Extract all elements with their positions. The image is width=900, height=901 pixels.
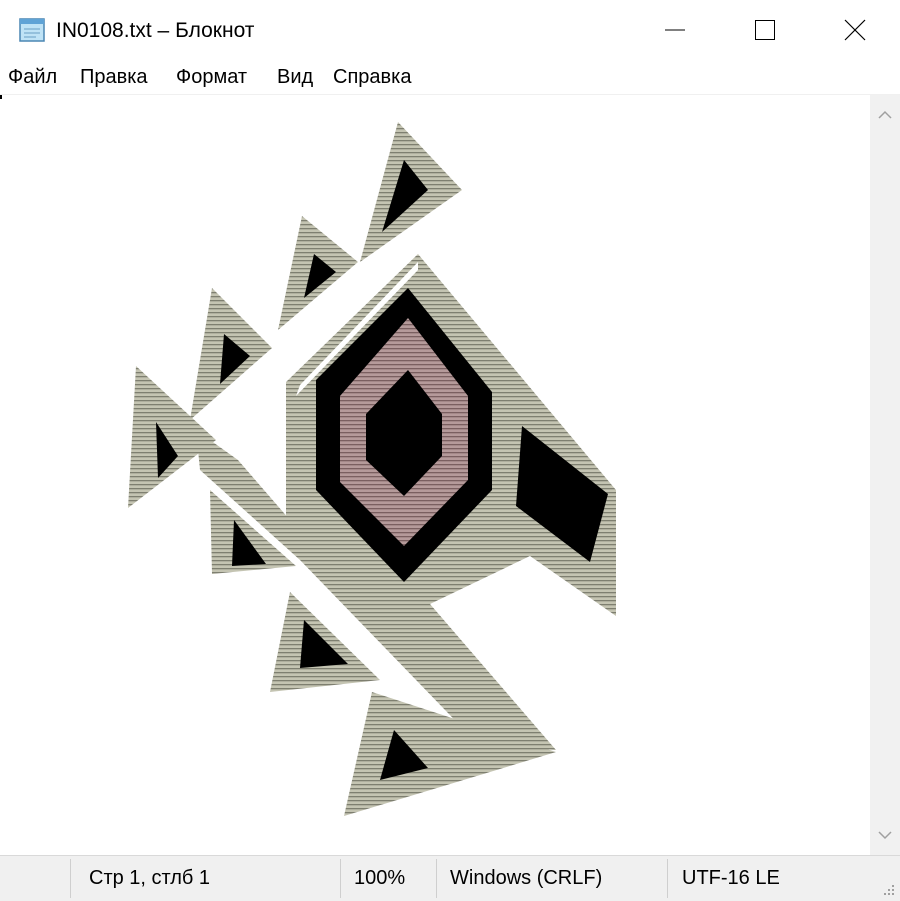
status-encoding: UTF-16 LE: [682, 867, 780, 889]
menu-bar: Файл Правка Формат Вид Справка: [0, 60, 900, 95]
menu-file[interactable]: Файл: [8, 65, 57, 89]
ornament-text-art: [128, 122, 616, 816]
minimize-icon: [665, 29, 685, 31]
window-title: IN0108.txt – Блокнот: [56, 19, 255, 42]
status-zoom: 100%: [354, 867, 406, 889]
status-separator: [436, 859, 437, 898]
text-editor-area[interactable]: [0, 95, 870, 855]
maximize-button[interactable]: [720, 0, 810, 60]
text-caret: [0, 95, 2, 99]
minimize-button[interactable]: [630, 0, 720, 60]
status-separator: [667, 859, 668, 898]
maximize-icon: [755, 20, 775, 40]
scroll-up-button[interactable]: [870, 97, 900, 133]
vertical-scrollbar[interactable]: [870, 95, 900, 855]
scroll-down-icon: [878, 831, 892, 840]
scroll-up-icon: [878, 110, 892, 119]
title-bar[interactable]: IN0108.txt – Блокнот: [0, 0, 900, 60]
status-separator: [340, 859, 341, 898]
status-separator: [70, 859, 71, 898]
menu-help[interactable]: Справка: [333, 65, 411, 89]
resize-grip-icon[interactable]: [882, 883, 896, 897]
close-button[interactable]: [810, 0, 900, 60]
status-bar: Стр 1, стлб 1 100% Windows (CRLF) UTF-16…: [0, 855, 900, 901]
menu-format[interactable]: Формат: [176, 65, 247, 89]
close-icon: [844, 19, 866, 41]
menu-view[interactable]: Вид: [277, 65, 313, 89]
status-line-ending: Windows (CRLF): [450, 867, 603, 889]
notepad-icon: [19, 18, 45, 42]
status-cursor-position: Стр 1, стлб 1: [89, 867, 211, 889]
menu-edit[interactable]: Правка: [80, 65, 148, 89]
scroll-down-button[interactable]: [870, 817, 900, 853]
